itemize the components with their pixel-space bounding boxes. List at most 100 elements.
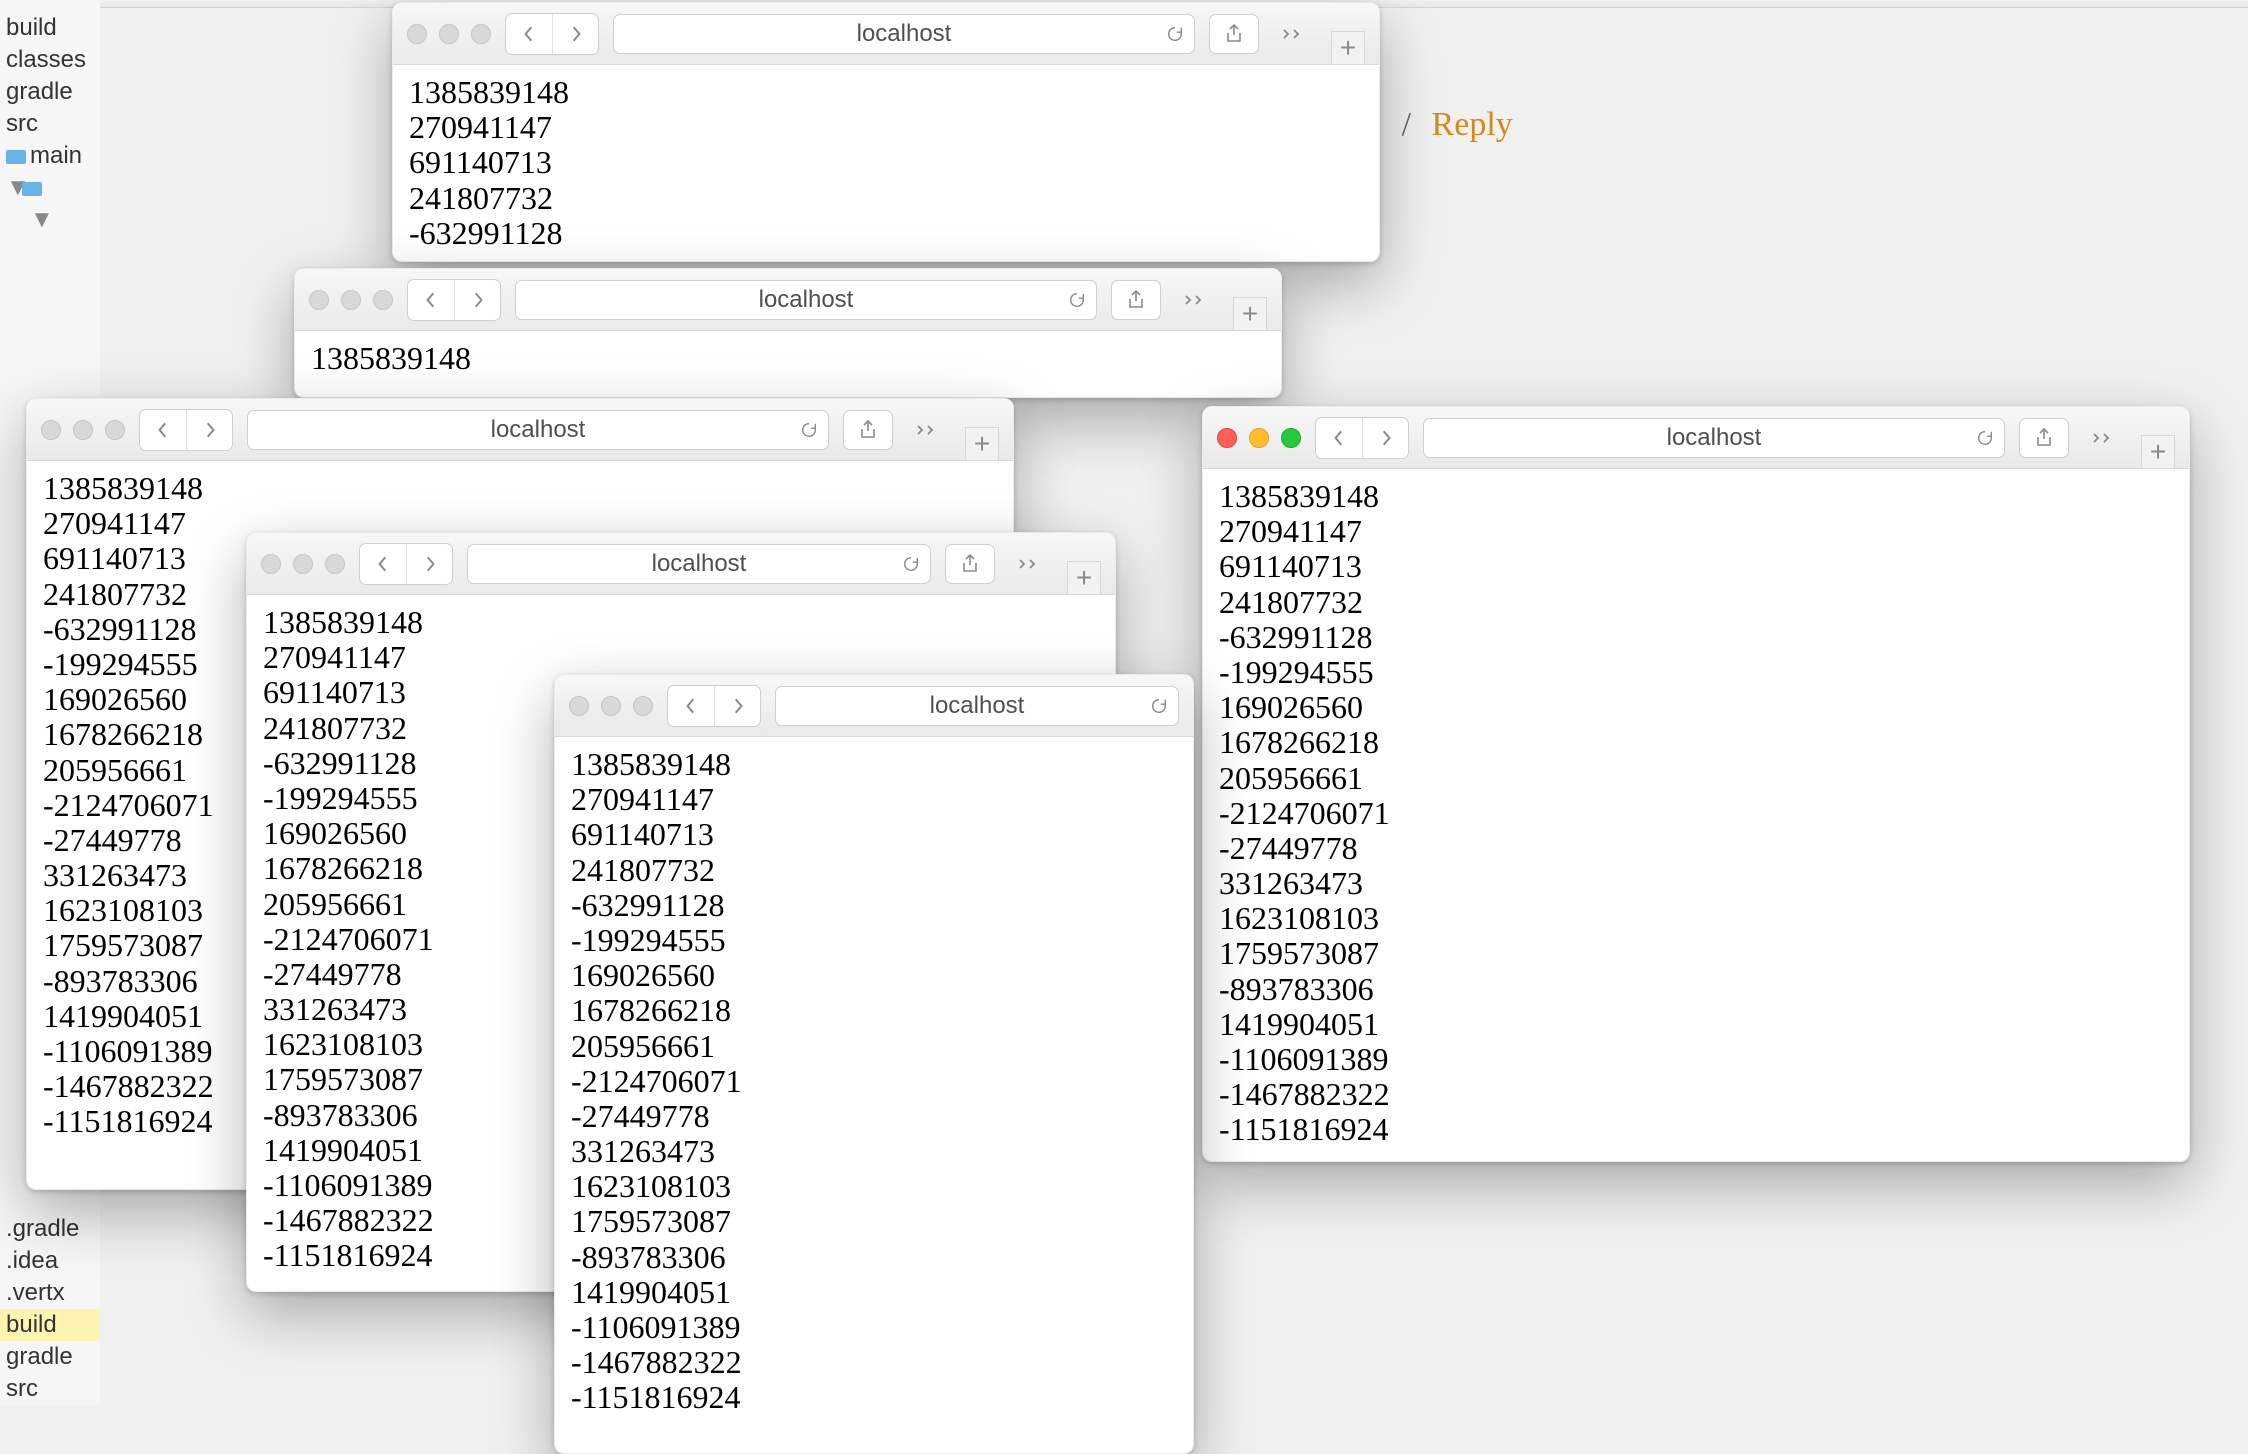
window-controls[interactable]: [309, 290, 393, 310]
forward-button[interactable]: [454, 280, 500, 320]
share-button[interactable]: [945, 544, 995, 584]
tree-item[interactable]: ▼: [0, 204, 100, 236]
forward-button[interactable]: [186, 410, 232, 450]
window-controls[interactable]: [407, 24, 491, 44]
reload-icon[interactable]: [1150, 697, 1168, 715]
minimize-icon[interactable]: [601, 696, 621, 716]
window-titlebar[interactable]: localhost +: [295, 269, 1281, 331]
minimize-icon[interactable]: [341, 290, 361, 310]
address-bar[interactable]: localhost: [1423, 418, 2005, 458]
reload-icon[interactable]: [902, 555, 920, 573]
address-text: localhost: [857, 20, 952, 48]
zoom-icon[interactable]: [1281, 428, 1301, 448]
show-tabs-button[interactable]: [1009, 544, 1049, 584]
close-icon[interactable]: [41, 420, 61, 440]
address-text: localhost: [1667, 424, 1762, 452]
blog-reply-link[interactable]: Reply: [1432, 106, 1513, 143]
window-controls[interactable]: [569, 696, 653, 716]
chevron-down-icon: ▼: [30, 206, 46, 234]
reload-icon[interactable]: [1166, 25, 1184, 43]
zoom-icon[interactable]: [471, 24, 491, 44]
share-button[interactable]: [843, 410, 893, 450]
nav-group: [1315, 417, 1409, 459]
folder-icon: [22, 182, 42, 196]
back-button[interactable]: [1316, 418, 1362, 458]
page-content: 1385839148 270941147 691140713 241807732…: [555, 737, 1193, 1453]
window-controls[interactable]: [41, 420, 125, 440]
close-icon[interactable]: [407, 24, 427, 44]
address-bar[interactable]: localhost: [775, 686, 1179, 726]
address-bar[interactable]: localhost: [467, 544, 931, 584]
chevron-down-icon: ▼: [6, 174, 22, 202]
share-button[interactable]: [2019, 418, 2069, 458]
tree-item[interactable]: .vertx: [0, 1277, 100, 1309]
reload-icon[interactable]: [800, 421, 818, 439]
share-button[interactable]: [1209, 14, 1259, 54]
browser-window[interactable]: localhost + 1385839148 270941147 6911407…: [392, 2, 1380, 262]
back-button[interactable]: [360, 544, 406, 584]
window-titlebar[interactable]: localhost +: [393, 3, 1379, 65]
nav-group: [359, 543, 453, 585]
show-tabs-button[interactable]: [1175, 280, 1215, 320]
minimize-icon[interactable]: [293, 554, 313, 574]
zoom-icon[interactable]: [633, 696, 653, 716]
window-titlebar[interactable]: localhost +: [1203, 407, 2189, 469]
window-titlebar[interactable]: localhost: [555, 675, 1193, 737]
tree-item[interactable]: build: [0, 12, 100, 44]
close-icon[interactable]: [261, 554, 281, 574]
tree-item[interactable]: ▼: [0, 172, 100, 204]
new-tab-button[interactable]: +: [2141, 435, 2175, 469]
share-button[interactable]: [1111, 280, 1161, 320]
tree-item[interactable]: main: [0, 140, 100, 172]
tree-item[interactable]: src: [0, 108, 100, 140]
reload-icon[interactable]: [1976, 429, 1994, 447]
tree-item[interactable]: gradle: [0, 1341, 100, 1373]
tree-item[interactable]: src: [0, 1373, 100, 1405]
window-titlebar[interactable]: localhost +: [27, 399, 1013, 461]
forward-button[interactable]: [714, 686, 760, 726]
show-tabs-button[interactable]: [1273, 14, 1313, 54]
show-tabs-button[interactable]: [2083, 418, 2123, 458]
browser-window[interactable]: localhost + 1385839148: [294, 268, 1282, 398]
address-text: localhost: [491, 416, 586, 444]
ide-file-tree-bottom: .gradle .idea .vertx build gradle src: [0, 1213, 100, 1405]
tree-item[interactable]: .idea: [0, 1245, 100, 1277]
forward-button[interactable]: [552, 14, 598, 54]
forward-button[interactable]: [406, 544, 452, 584]
forward-button[interactable]: [1362, 418, 1408, 458]
minimize-icon[interactable]: [439, 24, 459, 44]
new-tab-button[interactable]: +: [1233, 297, 1267, 331]
close-icon[interactable]: [569, 696, 589, 716]
nav-group: [139, 409, 233, 451]
minimize-icon[interactable]: [1249, 428, 1269, 448]
address-bar[interactable]: localhost: [247, 410, 829, 450]
tree-item[interactable]: build: [0, 1309, 100, 1341]
zoom-icon[interactable]: [105, 420, 125, 440]
close-icon[interactable]: [309, 290, 329, 310]
back-button[interactable]: [668, 686, 714, 726]
new-tab-button[interactable]: +: [1067, 561, 1101, 595]
zoom-icon[interactable]: [373, 290, 393, 310]
nav-group: [407, 279, 501, 321]
zoom-icon[interactable]: [325, 554, 345, 574]
window-titlebar[interactable]: localhost +: [247, 533, 1115, 595]
address-bar[interactable]: localhost: [515, 280, 1097, 320]
minimize-icon[interactable]: [73, 420, 93, 440]
close-icon[interactable]: [1217, 428, 1237, 448]
browser-window[interactable]: localhost + 1385839148 270941147 6911407…: [1202, 406, 2190, 1162]
back-button[interactable]: [408, 280, 454, 320]
back-button[interactable]: [506, 14, 552, 54]
window-controls[interactable]: [261, 554, 345, 574]
new-tab-button[interactable]: +: [1331, 31, 1365, 65]
show-tabs-button[interactable]: [907, 410, 947, 450]
address-bar[interactable]: localhost: [613, 14, 1195, 54]
new-tab-button[interactable]: +: [965, 427, 999, 461]
back-button[interactable]: [140, 410, 186, 450]
window-controls[interactable]: [1217, 428, 1301, 448]
tree-item[interactable]: classes: [0, 44, 100, 76]
reload-icon[interactable]: [1068, 291, 1086, 309]
tree-item[interactable]: gradle: [0, 76, 100, 108]
browser-window[interactable]: localhost 1385839148 270941147 691140713…: [554, 674, 1194, 1454]
address-text: localhost: [930, 692, 1025, 720]
tree-item[interactable]: .gradle: [0, 1213, 100, 1245]
